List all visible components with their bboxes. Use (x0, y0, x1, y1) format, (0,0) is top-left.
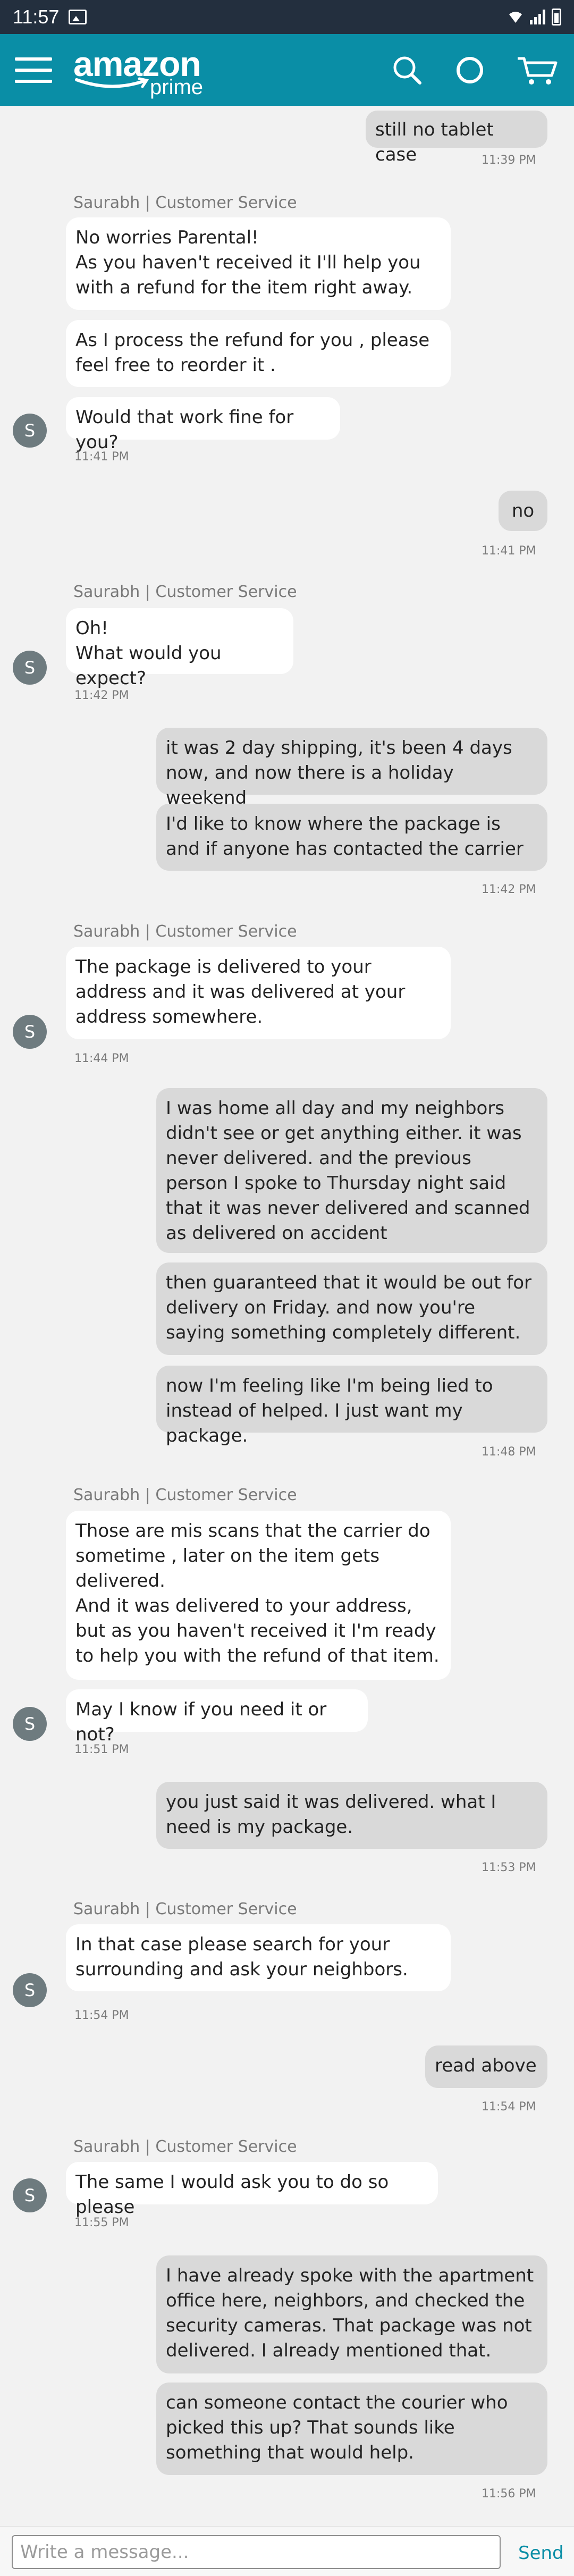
message-timestamp: 11:42 PM (482, 883, 536, 896)
message-timestamp: 11:51 PM (74, 1743, 129, 1756)
agent-message-bubble: The same I would ask you to do so please (66, 2162, 438, 2218)
user-message-bubble: read above (425, 2045, 547, 2088)
user-message-text: it was 2 day shipping, it's been 4 days … (166, 737, 512, 809)
user-message-bubble: I have already spoke with the apartment … (156, 2255, 547, 2373)
user-message-text: you just said it was delivered. what I n… (166, 1791, 496, 1838)
agent-name: Saurabh | Customer Service (73, 1486, 297, 1504)
message-timestamp: 11:41 PM (74, 450, 129, 464)
agent-message-text: No worries Parental! As you haven't rece… (75, 227, 421, 298)
message-timestamp: 11:42 PM (74, 689, 129, 702)
agent-message-bubble: Oh! What would you expect? (66, 608, 293, 689)
agent-message-text: Oh! What would you expect? (75, 618, 222, 689)
agent-message-bubble: Those are mis scans that the carrier do … (66, 1511, 451, 1680)
user-message-text: I have already spoke with the apartment … (166, 2265, 534, 2361)
message-timestamp: 11:54 PM (482, 2100, 536, 2114)
signal-icon (530, 10, 545, 24)
user-message-bubble: I was home all day and my neighbors didn… (156, 1088, 547, 1253)
send-button[interactable]: Send (518, 2543, 564, 2564)
cart-icon[interactable] (517, 54, 559, 86)
alexa-icon[interactable] (454, 54, 486, 86)
user-message-bubble: still no tablet case (366, 111, 547, 165)
agent-message-bubble: In that case please search for your surr… (66, 1924, 451, 1991)
user-message-bubble: can someone contact the courier who pick… (156, 2383, 547, 2475)
agent-avatar: S (13, 1707, 47, 1741)
logo-sub: prime (150, 75, 204, 99)
agent-avatar: S (13, 414, 47, 448)
status-time: 11:57 (13, 6, 60, 28)
user-message-bubble: now I'm feeling like I'm being lied to i… (156, 1366, 547, 1446)
user-message-bubble: you just said it was delivered. what I n… (156, 1782, 547, 1849)
amazon-prime-logo[interactable]: amazon prime (73, 44, 217, 99)
user-message-bubble: no (499, 491, 547, 531)
message-timestamp: 11:41 PM (482, 544, 536, 558)
agent-message-bubble: May I know if you need it or not? (66, 1689, 368, 1745)
agent-message-text: Those are mis scans that the carrier do … (75, 1520, 440, 1666)
user-message-text: then guaranteed that it would be out for… (166, 1272, 532, 1343)
agent-name: Saurabh | Customer Service (73, 1900, 297, 1918)
message-timestamp: 11:53 PM (482, 1861, 536, 1874)
user-message-bubble: then guaranteed that it would be out for… (156, 1262, 547, 1355)
message-timestamp: 11:44 PM (74, 1052, 129, 1065)
message-timestamp: 11:55 PM (74, 2216, 129, 2229)
message-composer: Send (0, 2526, 574, 2576)
message-timestamp: 11:56 PM (482, 2487, 536, 2501)
agent-message-text: As I process the refund for you , please… (75, 330, 430, 376)
agent-message-bubble: Would that work fine for you? (66, 397, 340, 453)
agent-message-text: The package is delivered to your address… (75, 956, 406, 1028)
message-input[interactable] (12, 2535, 501, 2569)
agent-message-text: In that case please search for your surr… (75, 1934, 408, 1980)
search-icon[interactable] (391, 54, 423, 86)
user-message-text: can someone contact the courier who pick… (166, 2392, 508, 2463)
message-timestamp: 11:39 PM (482, 154, 536, 167)
image-notification-icon (69, 10, 87, 24)
agent-name: Saurabh | Customer Service (73, 193, 297, 212)
agent-message-bubble: As I process the refund for you , please… (66, 320, 451, 387)
smile-arrow-icon (75, 77, 149, 88)
battery-icon (552, 9, 561, 26)
app-header: amazon prime (0, 34, 574, 106)
agent-message-bubble: The package is delivered to your address… (66, 947, 451, 1039)
agent-avatar: S (13, 1973, 47, 2007)
agent-avatar: S (13, 1015, 47, 1049)
agent-name: Saurabh | Customer Service (73, 2137, 297, 2156)
user-message-bubble: it was 2 day shipping, it's been 4 days … (156, 728, 547, 809)
agent-avatar: S (13, 651, 47, 685)
message-timestamp: 11:48 PM (482, 1445, 536, 1459)
menu-icon[interactable] (15, 54, 52, 86)
user-message-text: now I'm feeling like I'm being lied to i… (166, 1375, 493, 1446)
user-message-text: I'd like to know where the package is an… (166, 813, 524, 860)
message-timestamp: 11:54 PM (74, 2009, 129, 2022)
wifi-icon (509, 12, 522, 23)
user-message-text: I was home all day and my neighbors didn… (166, 1098, 530, 1244)
agent-message-bubble: No worries Parental! As you haven't rece… (66, 217, 451, 310)
agent-avatar: S (13, 2178, 47, 2212)
status-bar: 11:57 (0, 0, 574, 34)
user-message-bubble: I'd like to know where the package is an… (156, 804, 547, 871)
agent-name: Saurabh | Customer Service (73, 922, 297, 941)
agent-name: Saurabh | Customer Service (73, 583, 297, 601)
